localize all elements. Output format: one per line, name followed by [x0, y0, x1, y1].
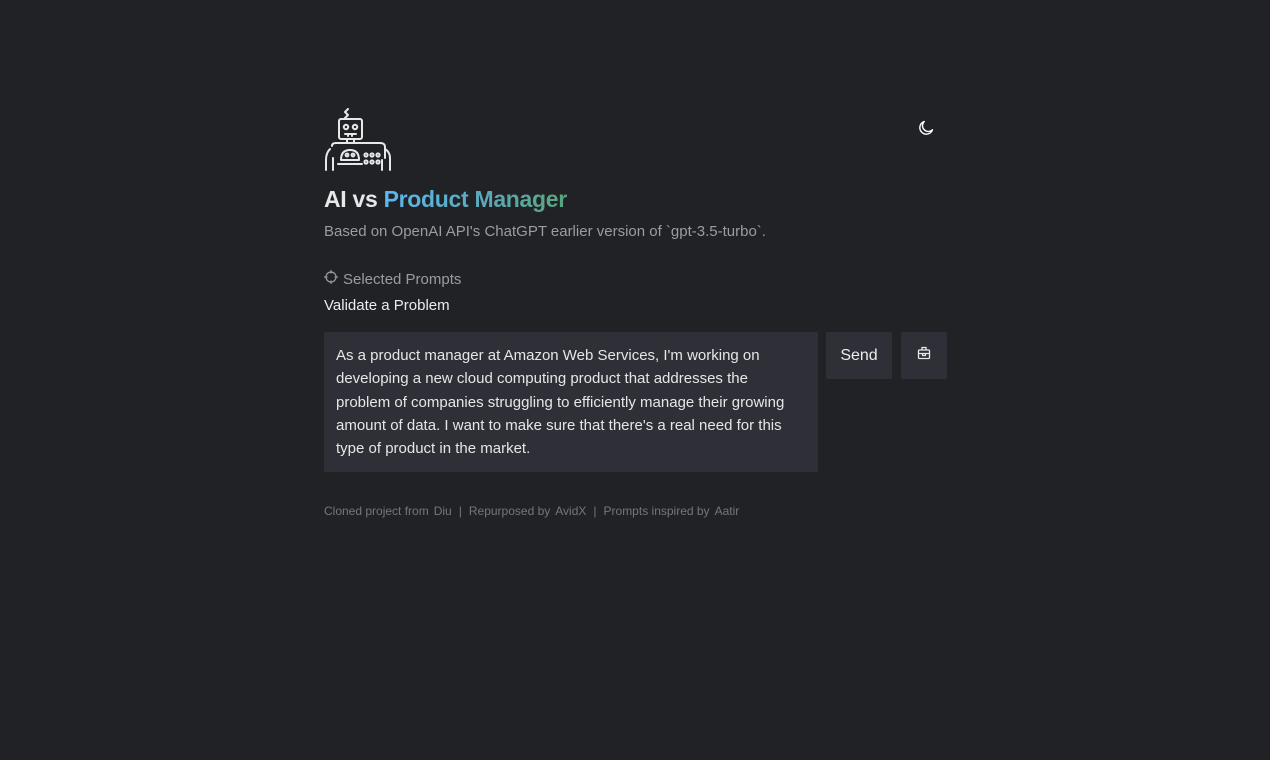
- footer-repurposed-text: Repurposed by: [468, 504, 551, 518]
- page-title: AI vs Product Manager: [324, 186, 567, 213]
- footer-separator: |: [593, 504, 597, 518]
- theme-toggle-button[interactable]: [915, 119, 937, 141]
- selected-prompt-value[interactable]: Validate a Problem: [324, 297, 450, 314]
- title-plain: AI vs: [324, 186, 384, 212]
- clear-button[interactable]: [901, 332, 947, 379]
- footer-link-diu[interactable]: Diu: [434, 504, 452, 518]
- footer-link-avidx[interactable]: AvidX: [555, 504, 586, 518]
- footer-separator: |: [458, 504, 462, 518]
- target-icon: [323, 269, 339, 288]
- prompt-input[interactable]: As a product manager at Amazon Web Servi…: [324, 332, 818, 472]
- send-button[interactable]: Send: [826, 332, 892, 379]
- title-highlight: Product Manager: [383, 186, 568, 212]
- basket-icon: [917, 346, 931, 365]
- footer: Cloned project from Diu | Repurposed by …: [324, 504, 739, 518]
- page-subtitle: Based on OpenAI API's ChatGPT earlier ve…: [324, 223, 766, 240]
- selected-prompts-header: Selected Prompts: [323, 269, 462, 288]
- selected-prompts-label: Selected Prompts: [343, 270, 462, 288]
- footer-inspired-text: Prompts inspired by: [603, 504, 710, 518]
- robot-icon: [324, 108, 394, 174]
- moon-icon: [918, 120, 934, 141]
- footer-link-aatir[interactable]: Aatir: [715, 504, 740, 518]
- footer-cloned-text: Cloned project from: [324, 504, 429, 518]
